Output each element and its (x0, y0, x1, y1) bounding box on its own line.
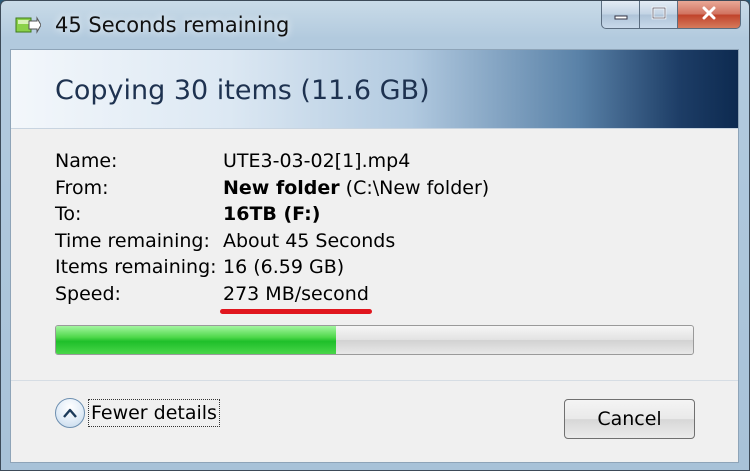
progress-bar-fill (56, 326, 337, 354)
copy-summary-title: Copying 30 items (11.6 GB) (55, 75, 430, 106)
header-banner: Copying 30 items (11.6 GB) (11, 50, 738, 129)
dialog-content: Copying 30 items (11.6 GB) Name: UTE3-03… (10, 49, 739, 463)
detail-row-from: From: New folder (C:\New folder) (55, 175, 489, 202)
maximize-button[interactable] (639, 1, 677, 29)
from-folder-link[interactable]: New folder (223, 177, 340, 199)
detail-row-items: Items remaining: 16 (6.59 GB) (55, 254, 489, 281)
to-drive-link[interactable]: 16TB (F:) (223, 203, 320, 225)
from-label: From: (55, 176, 109, 199)
to-label: To: (55, 203, 82, 225)
speed-label: Speed: (55, 282, 121, 305)
speed-underline-annotation (220, 309, 372, 314)
items-remaining-value: 16 (6.59 GB) (223, 256, 345, 278)
items-remaining-label: Items remaining: (55, 256, 217, 278)
close-button[interactable] (677, 1, 741, 29)
time-remaining-value: About 45 Seconds (223, 229, 396, 252)
name-value: UTE3-03-02[1].mp4 (223, 150, 411, 172)
detail-row-to: To: 16TB (F:) (55, 201, 489, 228)
chevron-up-icon[interactable] (55, 398, 85, 428)
detail-row-name: Name: UTE3-03-02[1].mp4 (55, 148, 489, 175)
close-icon (701, 5, 717, 24)
fewer-details-toggle[interactable]: Fewer details (55, 398, 220, 428)
cancel-button[interactable]: Cancel (564, 399, 695, 439)
fewer-details-label[interactable]: Fewer details (88, 399, 220, 427)
detail-row-speed: Speed: 273 MB/second (55, 281, 489, 308)
copy-progress-bar (55, 325, 694, 355)
window-title: 45 Seconds remaining (55, 13, 290, 37)
dialog-footer: Fewer details Cancel (11, 380, 738, 462)
copy-dialog-window: 45 Seconds remaining Copying 30 items (1… (0, 0, 750, 471)
title-bar[interactable]: 45 Seconds remaining (1, 1, 749, 47)
minimize-button[interactable] (601, 1, 639, 29)
caption-buttons (601, 1, 741, 31)
detail-row-time: Time remaining: About 45 Seconds (55, 228, 489, 255)
copy-details: Name: UTE3-03-02[1].mp4 From: New folder… (55, 148, 489, 307)
speed-value: 273 MB/second (223, 282, 369, 305)
time-remaining-label: Time remaining: (55, 229, 210, 252)
from-path: (C:\New folder) (345, 176, 490, 199)
minimize-icon (613, 5, 629, 24)
name-label: Name: (55, 150, 118, 172)
maximize-icon (651, 5, 667, 24)
file-copy-icon (15, 15, 42, 35)
